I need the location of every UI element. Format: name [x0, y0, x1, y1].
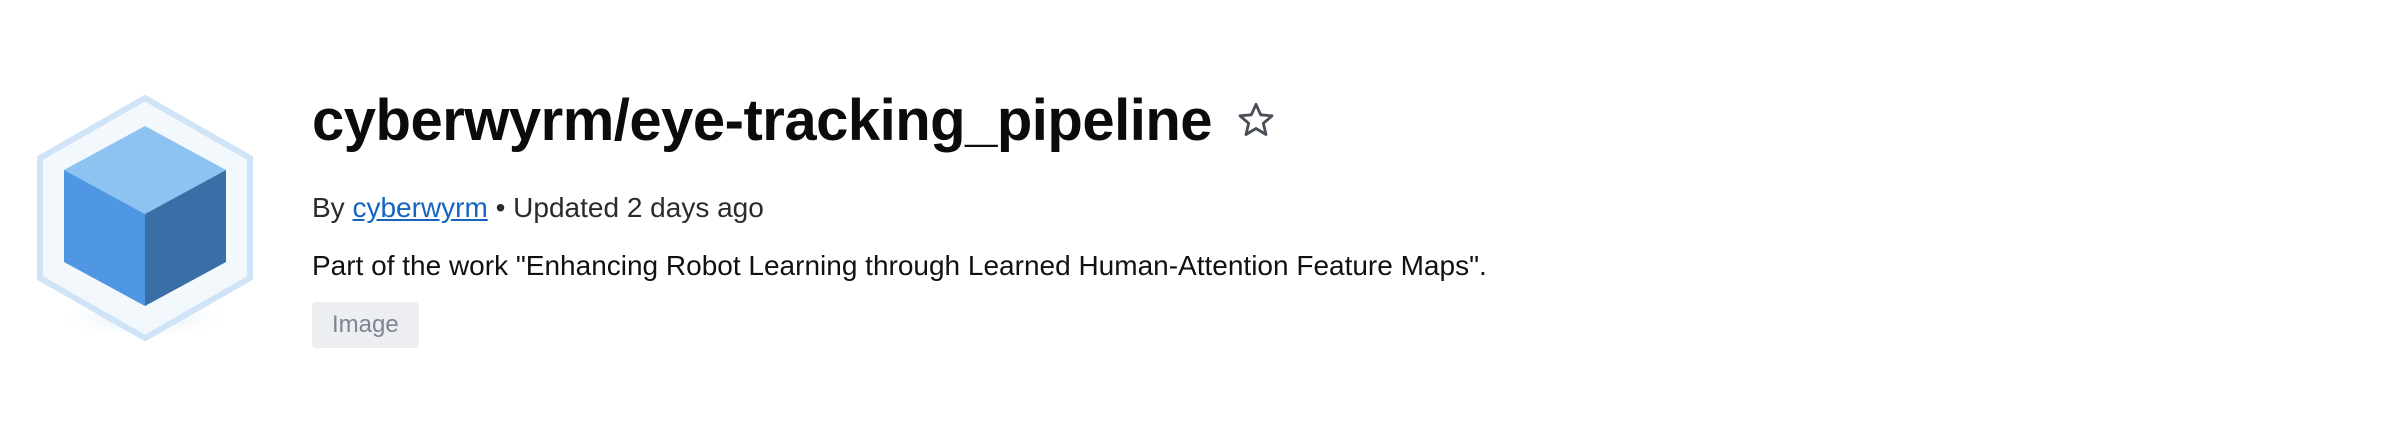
cube-logo-icon	[30, 92, 260, 342]
title-row: cyberwyrm/eye-tracking_pipeline	[312, 78, 2212, 162]
author-link[interactable]: cyberwyrm	[352, 192, 487, 223]
repo-meta: By cyberwyrm • Updated 2 days ago	[312, 192, 2212, 224]
star-outline-icon	[1238, 102, 1274, 136]
updated-label: • Updated 2 days ago	[495, 192, 764, 223]
tag-list: Image	[312, 282, 2212, 348]
by-label: By	[312, 192, 345, 223]
star-button[interactable]	[1234, 98, 1278, 142]
repo-info: cyberwyrm/eye-tracking_pipeline By cyber…	[312, 78, 2212, 348]
tag-image[interactable]: Image	[312, 302, 419, 348]
repo-description: Part of the work "Enhancing Robot Learni…	[312, 250, 1487, 281]
repo-title[interactable]: cyberwyrm/eye-tracking_pipeline	[312, 87, 1213, 154]
repo-header: cyberwyrm/eye-tracking_pipeline By cyber…	[0, 0, 2390, 432]
